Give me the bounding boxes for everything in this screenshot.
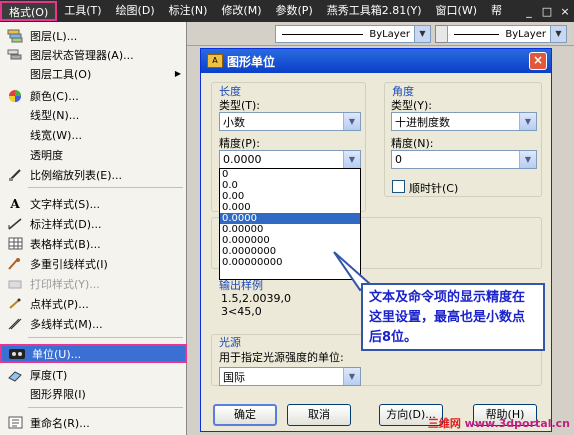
menu-item-layer[interactable]: 图层(L)... — [0, 26, 187, 45]
layer-state-icon — [6, 47, 24, 63]
color-wheel-icon — [6, 88, 24, 104]
layers-icon — [6, 28, 24, 44]
menu-window[interactable]: 窗口(W) — [429, 1, 484, 21]
menu-item-thickness[interactable]: 厚度(T) — [0, 365, 187, 384]
linetype-value: ByLayer — [369, 28, 410, 40]
dialog-title: 图形单位 — [227, 54, 276, 69]
minimize-button[interactable]: _ — [520, 5, 538, 18]
watermark: 三维网 www.3dportal.cn — [428, 415, 570, 431]
menu-item-lineweight[interactable]: 线宽(W)... — [0, 125, 187, 144]
length-precision-label: 精度(P): — [219, 137, 260, 150]
angle-precision-select[interactable]: 0 ▼ — [391, 150, 537, 169]
point-style-icon — [6, 296, 24, 312]
chevron-down-icon[interactable]: ▼ — [519, 113, 536, 130]
menu-parametric[interactable]: 参数(P) — [269, 1, 320, 21]
watermark-url: www.3dportal.cn — [464, 417, 570, 430]
menu-item-table-style[interactable]: 表格样式(B)... — [0, 234, 187, 253]
angle-type-select[interactable]: 十进制度数 ▼ — [391, 112, 537, 131]
menu-item-mleader-style[interactable]: 多重引线样式(I) — [0, 254, 187, 273]
lighting-intensity-label: 用于指定光源强度的单位: — [219, 351, 344, 364]
menu-bar: 格式(O) 工具(T) 绘图(D) 标注(N) 修改(M) 参数(P) 燕秀工具… — [0, 0, 574, 22]
menu-item-color[interactable]: 颜色(C)... — [0, 86, 187, 105]
menu-format[interactable]: 格式(O) — [0, 1, 58, 21]
menu-item-text-style[interactable]: A 文字样式(S)... — [0, 194, 187, 213]
menu-item-linetype[interactable]: 线型(N)... — [0, 105, 187, 124]
precision-option-selected[interactable]: 0.0000 — [220, 213, 360, 224]
menu-tools[interactable]: 工具(T) — [57, 1, 108, 21]
mleader-style-icon — [6, 256, 24, 272]
scale-list-icon — [6, 167, 24, 183]
thickness-icon — [6, 367, 24, 383]
menu-help[interactable]: 帮 — [484, 1, 509, 21]
menu-item-scale-list[interactable]: 比例缩放列表(E)... — [0, 165, 187, 184]
output-sample-line2: 3<45,0 — [221, 305, 262, 318]
table-style-icon — [6, 236, 24, 252]
menu-item-units[interactable]: 单位(U)... — [0, 344, 187, 363]
plot-style-icon — [6, 276, 24, 292]
linetype-combo[interactable]: ByLayer ▼ — [275, 25, 431, 43]
menu-draw[interactable]: 绘图(D) — [109, 1, 162, 21]
length-type-label: 类型(T): — [219, 99, 261, 112]
format-menu: 图层(L)... 图层状态管理器(A)... 图层工具(O) ▶ 颜色(C)..… — [0, 22, 187, 435]
chevron-down-icon[interactable]: ▼ — [550, 26, 566, 42]
cancel-button[interactable]: 取消 — [287, 404, 351, 426]
chevron-down-icon[interactable]: ▼ — [414, 26, 430, 42]
length-precision-select[interactable]: 0.0000 ▼ — [219, 150, 361, 169]
menu-item-point-style[interactable]: 点样式(P)... — [0, 294, 187, 313]
rename-icon — [6, 415, 24, 431]
angle-precision-label: 精度(N): — [391, 137, 434, 150]
menu-item-drawing-limits[interactable]: 图形界限(I) — [0, 384, 187, 403]
chevron-down-icon[interactable]: ▼ — [343, 368, 360, 385]
lineweight-combo[interactable]: ByLayer ▼ — [447, 25, 567, 43]
precision-option[interactable]: 0.0 — [220, 180, 360, 191]
precision-option[interactable]: 0.00 — [220, 191, 360, 202]
close-app-button[interactable]: × — [556, 5, 574, 18]
precision-option[interactable]: 0.000000 — [220, 235, 360, 246]
lighting-group-label: 光源 — [219, 336, 241, 349]
precision-option[interactable]: 0.00000 — [220, 224, 360, 235]
menu-yanxiu-toolbox[interactable]: 燕秀工具箱2.81(Y) — [320, 1, 429, 21]
chevron-down-icon[interactable]: ▼ — [519, 151, 536, 168]
dim-style-icon — [6, 216, 24, 232]
properties-toolbar: ByLayer ▼ ByLayer ▼ — [185, 22, 574, 46]
clockwise-label: 顺时针(C) — [409, 182, 459, 195]
drawing-units-dialog: A 图形单位 × 长度 类型(T): 小数 ▼ 精度(P): 0.0000 ▼ … — [200, 48, 552, 432]
annotation-callout: 文本及命令项的显示精度在这里设置，最高也是小数点后8位。 — [361, 283, 545, 351]
precision-option[interactable]: 0.000 — [220, 202, 360, 213]
ok-button[interactable]: 确定 — [213, 404, 277, 426]
angle-type-label: 类型(Y): — [391, 99, 433, 112]
submenu-arrow-icon: ▶ — [174, 69, 181, 78]
output-sample-line1: 1.5,2.0039,0 — [221, 292, 291, 305]
watermark-brand: 三维网 — [427, 417, 461, 430]
length-type-select[interactable]: 小数 ▼ — [219, 112, 361, 131]
mline-style-icon — [6, 316, 24, 332]
menu-item-dim-style[interactable]: 标注样式(D)... — [0, 214, 187, 233]
app-icon: A — [207, 54, 223, 68]
window-controls: _ □ × — [520, 5, 574, 18]
precision-option[interactable]: 0 — [220, 169, 360, 180]
restore-button[interactable]: □ — [538, 5, 556, 18]
menu-dimension[interactable]: 标注(N) — [162, 1, 215, 21]
chevron-down-icon[interactable]: ▼ — [343, 113, 360, 130]
chevron-down-icon[interactable]: ▼ — [343, 151, 360, 168]
text-style-icon: A — [10, 196, 20, 211]
units-icon — [8, 346, 26, 362]
dialog-titlebar[interactable]: A 图形单位 × — [201, 49, 551, 73]
menu-item-layer-state[interactable]: 图层状态管理器(A)... — [0, 45, 187, 64]
menu-item-transparency[interactable]: 透明度 — [0, 145, 187, 164]
lineweight-value: ByLayer — [505, 28, 546, 40]
menu-item-plot-style: 打印样式(Y)... — [0, 274, 187, 293]
lighting-units-select[interactable]: 国际 ▼ — [219, 367, 361, 386]
menu-modify[interactable]: 修改(M) — [214, 1, 268, 21]
clockwise-checkbox[interactable] — [392, 180, 405, 193]
menu-item-layer-tools[interactable]: 图层工具(O) ▶ — [0, 64, 187, 83]
close-icon[interactable]: × — [529, 52, 547, 70]
menu-item-rename[interactable]: 重命名(R)... — [0, 413, 187, 432]
menu-item-mline-style[interactable]: 多线样式(M)... — [0, 314, 187, 333]
